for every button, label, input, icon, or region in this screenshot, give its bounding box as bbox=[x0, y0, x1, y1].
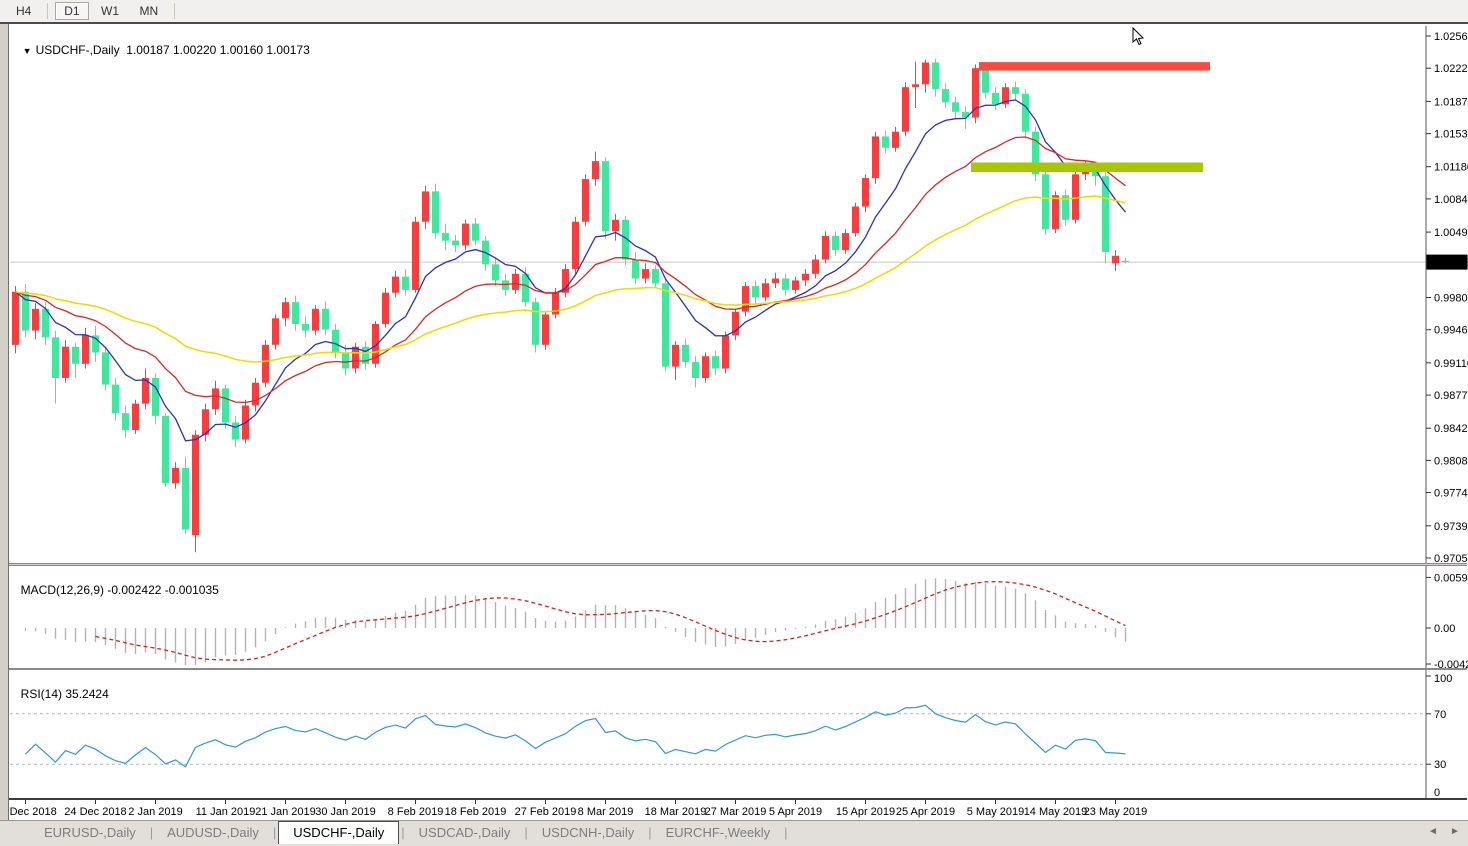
svg-text:8 Feb 2019: 8 Feb 2019 bbox=[388, 806, 444, 818]
rsi-value: 35.2424 bbox=[65, 687, 108, 701]
svg-text:-0.004243: -0.004243 bbox=[1434, 659, 1468, 668]
svg-text:1.01870: 1.01870 bbox=[1434, 96, 1468, 108]
tab-scroll-right-icon[interactable]: ► bbox=[1450, 826, 1460, 837]
svg-text:0.00597: 0.00597 bbox=[1434, 572, 1468, 584]
svg-text:11 Jan 2019: 11 Jan 2019 bbox=[196, 806, 256, 818]
chart-tab-audusd-daily[interactable]: AUDUSD-,Daily bbox=[153, 821, 273, 845]
svg-text:14 Dec 2018: 14 Dec 2018 bbox=[10, 806, 57, 818]
macd-name: MACD(12,26,9) bbox=[21, 583, 104, 597]
timeframe-toolbar: H4 D1 W1 MN bbox=[0, 0, 1468, 23]
svg-text:15 Apr 2019: 15 Apr 2019 bbox=[836, 806, 895, 818]
tab-separator: | bbox=[273, 825, 276, 840]
mouse-cursor-icon bbox=[1132, 27, 1146, 47]
timeframe-d1-button[interactable]: D1 bbox=[55, 2, 88, 20]
date-axis[interactable]: 14 Dec 2018 24 Dec 20182 Jan 2019 11 Jan 2… bbox=[10, 800, 1468, 820]
macd-values: -0.002422 -0.001035 bbox=[107, 583, 218, 597]
svg-text:21 Jan 2019: 21 Jan 2019 bbox=[255, 806, 316, 818]
chart-tab-usdchf-daily[interactable]: USDCHF-,Daily bbox=[278, 821, 399, 844]
svg-text:0.97390: 0.97390 bbox=[1434, 521, 1468, 533]
tab-scroll-left-icon[interactable]: ◄ bbox=[1428, 826, 1438, 837]
svg-text:18 Feb 2019: 18 Feb 2019 bbox=[445, 806, 507, 818]
svg-text:8 Mar 2019: 8 Mar 2019 bbox=[578, 806, 634, 818]
svg-text:14 May 2019: 14 May 2019 bbox=[1024, 806, 1088, 818]
svg-text:27 Mar 2019: 27 Mar 2019 bbox=[705, 806, 767, 818]
rsi-name: RSI(14) bbox=[21, 687, 62, 701]
rsi-panel[interactable]: 100 70 30 0 bbox=[10, 670, 1468, 798]
support-zone bbox=[971, 163, 1203, 173]
svg-text:18 Mar 2019: 18 Mar 2019 bbox=[645, 806, 707, 818]
svg-text:0.98420: 0.98420 bbox=[1434, 423, 1468, 435]
svg-text:1.01180: 1.01180 bbox=[1434, 162, 1468, 174]
chart-tabs: EURUSD-,Daily|AUDUSD-,Daily|USDCHF-,Dail… bbox=[30, 821, 788, 846]
chart-title: ▼ USDCHF-,Daily 1.00187 1.00220 1.00160 1… bbox=[16, 29, 310, 57]
chart-ohlc-quote: 1.00187 1.00220 1.00160 1.00173 bbox=[126, 43, 310, 57]
svg-text:0.98770: 0.98770 bbox=[1434, 390, 1468, 402]
svg-text:0.97740: 0.97740 bbox=[1434, 488, 1468, 500]
svg-text:2 Jan 2019: 2 Jan 2019 bbox=[128, 806, 182, 818]
svg-text:0.99110: 0.99110 bbox=[1434, 358, 1468, 370]
svg-text:0.00: 0.00 bbox=[1434, 623, 1455, 635]
candlesticks bbox=[12, 59, 1129, 553]
svg-text:0.99460: 0.99460 bbox=[1434, 325, 1468, 337]
toolbar-separator bbox=[174, 3, 175, 19]
svg-text:27 Feb 2019: 27 Feb 2019 bbox=[515, 806, 577, 818]
chart-tabbar: EURUSD-,Daily|AUDUSD-,Daily|USDCHF-,Dail… bbox=[0, 820, 1468, 846]
timeframe-h4-button[interactable]: H4 bbox=[8, 3, 39, 19]
chart-symbol-label: USDCHF-,Daily bbox=[36, 43, 120, 57]
svg-text:1.01530: 1.01530 bbox=[1434, 129, 1468, 141]
tab-separator: | bbox=[784, 825, 787, 840]
resistance-zone bbox=[979, 62, 1210, 71]
timeframe-mn-button[interactable]: MN bbox=[132, 3, 167, 19]
rsi-label: RSI(14) 35.2424 bbox=[14, 673, 109, 701]
rsi-line bbox=[26, 705, 1126, 767]
svg-text:23 May 2019: 23 May 2019 bbox=[1084, 806, 1148, 818]
ma-fast-blue bbox=[16, 100, 1126, 441]
chart-tab-usdcad-daily[interactable]: USDCAD-,Daily bbox=[405, 821, 525, 845]
svg-text:1.02560: 1.02560 bbox=[1434, 31, 1468, 43]
svg-text:25 Apr 2019: 25 Apr 2019 bbox=[896, 806, 955, 818]
svg-text:1.00173: 1.00173 bbox=[1431, 257, 1468, 269]
svg-text:5 May 2019: 5 May 2019 bbox=[967, 806, 1024, 818]
svg-text:100: 100 bbox=[1434, 673, 1452, 685]
svg-text:0.99800: 0.99800 bbox=[1434, 293, 1468, 305]
svg-text:5 Apr 2019: 5 Apr 2019 bbox=[769, 806, 822, 818]
svg-text:0.97050: 0.97050 bbox=[1434, 553, 1468, 563]
chart-tab-eurusd-daily[interactable]: EURUSD-,Daily bbox=[30, 821, 150, 845]
svg-text:30 Jan 2019: 30 Jan 2019 bbox=[315, 806, 376, 818]
svg-text:1.00840: 1.00840 bbox=[1434, 194, 1468, 206]
svg-text:1.02220: 1.02220 bbox=[1434, 63, 1468, 75]
svg-text:1.00490: 1.00490 bbox=[1434, 227, 1468, 239]
svg-text:0: 0 bbox=[1434, 787, 1440, 798]
macd-panel[interactable]: 0.00597 0.00 -0.004243 bbox=[10, 566, 1468, 668]
svg-text:24 Dec 2018: 24 Dec 2018 bbox=[64, 806, 126, 818]
ma-mid-red bbox=[16, 137, 1126, 402]
toolbar-separator bbox=[47, 3, 48, 19]
chart-tab-eurchf-weekly[interactable]: EURCHF-,Weekly bbox=[652, 821, 785, 845]
timeframe-w1-button[interactable]: W1 bbox=[93, 3, 127, 19]
macd-signal-line bbox=[96, 582, 1126, 661]
collapse-triangle-icon[interactable]: ▼ bbox=[23, 46, 32, 56]
ma-slow-yellow bbox=[16, 196, 1126, 362]
price-chart-panel[interactable]: 1.02560 1.02220 1.01870 1.01530 1.01180 1.008… bbox=[10, 26, 1468, 563]
macd-label: MACD(12,26,9) -0.002422 -0.001035 bbox=[14, 569, 219, 597]
svg-text:0.98080: 0.98080 bbox=[1434, 455, 1468, 467]
svg-text:30: 30 bbox=[1434, 759, 1446, 771]
svg-text:70: 70 bbox=[1434, 709, 1446, 721]
chart-tab-usdcnh-daily[interactable]: USDCNH-,Daily bbox=[528, 821, 648, 845]
